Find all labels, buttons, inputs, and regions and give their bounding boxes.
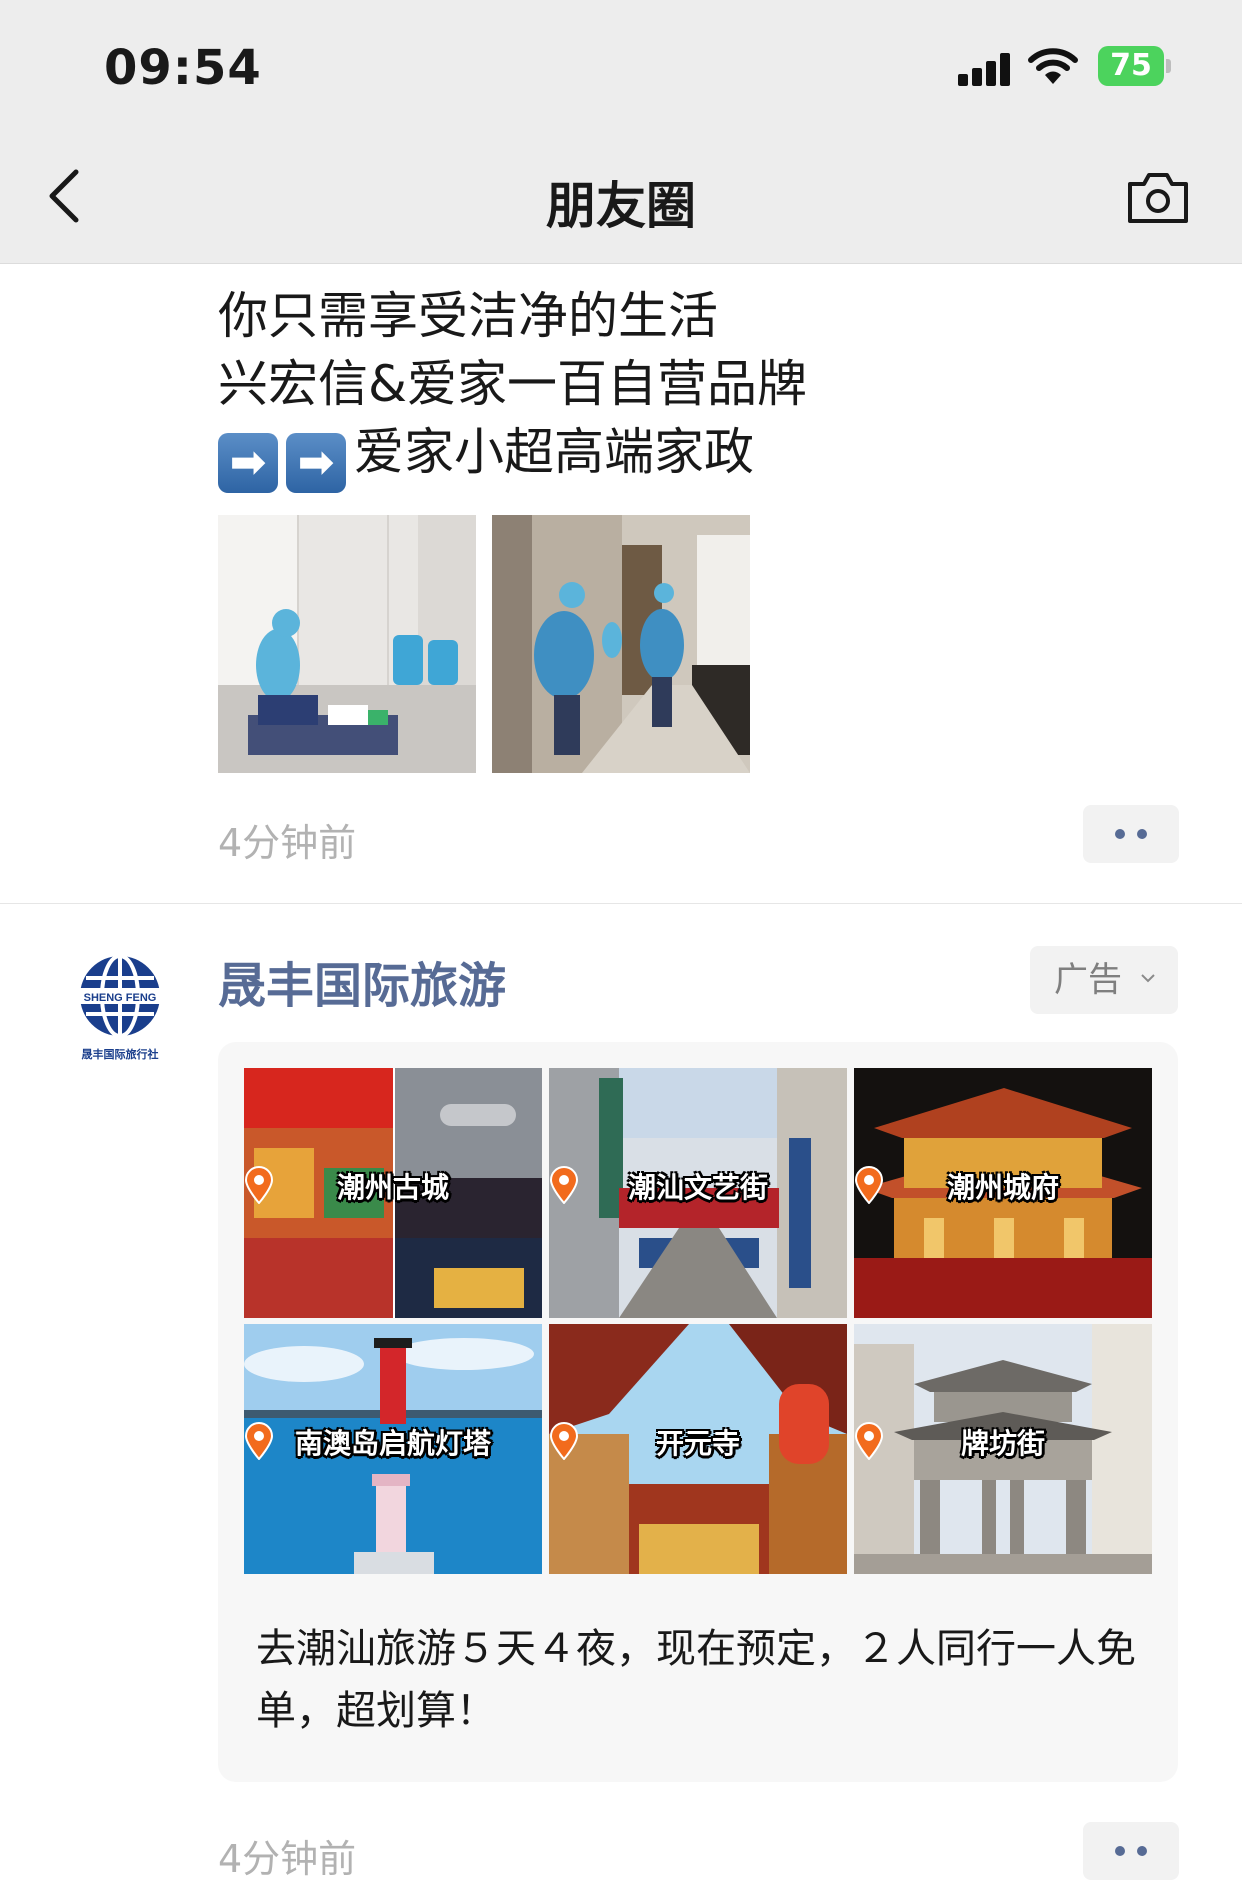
post-text-line: ➡ ➡ 爱家小超高端家政 (218, 418, 754, 493)
post-text-brand: 爱家小超高端家政 (354, 423, 754, 481)
status-time: 09:54 (104, 40, 262, 96)
tile-label: 南澳岛启航灯塔 (244, 1422, 542, 1462)
post-timestamp: 4分钟前 (218, 821, 357, 865)
ad-tile-lighthouse[interactable]: 南澳岛启航灯塔 (244, 1324, 542, 1574)
post-photo-hallway[interactable] (492, 515, 750, 773)
camera-icon[interactable] (1126, 170, 1190, 226)
more-actions-button[interactable] (1083, 805, 1179, 863)
ad-more-actions-button[interactable] (1083, 1822, 1179, 1880)
svg-text:SHENG FENG: SHENG FENG (84, 992, 157, 1004)
cellular-signal-icon (958, 52, 1012, 86)
location-pin-icon (854, 1166, 884, 1204)
right-arrow-icon: ➡ (286, 433, 346, 493)
post-text-line: 你只需享受洁净的生活 (218, 287, 718, 345)
ad-tile-kaiyuan-temple[interactable]: 开元寺 (549, 1324, 847, 1574)
page-title: 朋友圈 (546, 177, 696, 235)
chevron-down-icon (1141, 974, 1155, 983)
tile-label: 潮州古城 (244, 1166, 542, 1206)
ad-tile-chaozhou-ancient-city[interactable]: 潮州古城 (244, 1068, 542, 1318)
post-photo-cleaning[interactable] (218, 515, 476, 773)
location-pin-icon (244, 1422, 274, 1460)
battery-icon: 75 (1098, 46, 1171, 86)
ad-tile-city-tower[interactable]: 潮州城府 (854, 1068, 1152, 1318)
tile-label: 开元寺 (549, 1422, 847, 1462)
battery-level: 75 (1098, 46, 1164, 86)
tile-label: 牌坊街 (854, 1422, 1152, 1462)
logo-caption: 晟丰国际旅行社 (81, 1048, 159, 1061)
ad-tile-archway-street[interactable]: 牌坊街 (854, 1324, 1152, 1574)
right-arrow-icon: ➡ (218, 433, 278, 493)
post-divider (0, 903, 1242, 904)
ad-author-name[interactable]: 晟丰国际旅游 (218, 946, 506, 1016)
ad-description: 去潮汕旅游５天４夜，现在预定，２人同行一人免单，超划算！ (256, 1626, 1136, 1734)
tile-label: 潮州城府 (854, 1166, 1152, 1206)
location-pin-icon (244, 1166, 274, 1204)
post-text-line: 兴宏信&爱家一百自营品牌 (218, 355, 807, 413)
ad-timestamp: 4分钟前 (218, 1837, 357, 1881)
ad-label: 广告 (1054, 960, 1122, 1000)
top-bar: 09:54 75 朋友圈 (0, 0, 1242, 264)
tile-label: 潮汕文艺街 (549, 1166, 847, 1206)
ad-tile-arts-street[interactable]: 潮汕文艺街 (549, 1068, 847, 1318)
wifi-icon (1028, 48, 1078, 84)
location-pin-icon (549, 1166, 579, 1204)
ad-label-button[interactable]: 广告 (1030, 946, 1178, 1014)
location-pin-icon (854, 1422, 884, 1460)
location-pin-icon (549, 1422, 579, 1460)
